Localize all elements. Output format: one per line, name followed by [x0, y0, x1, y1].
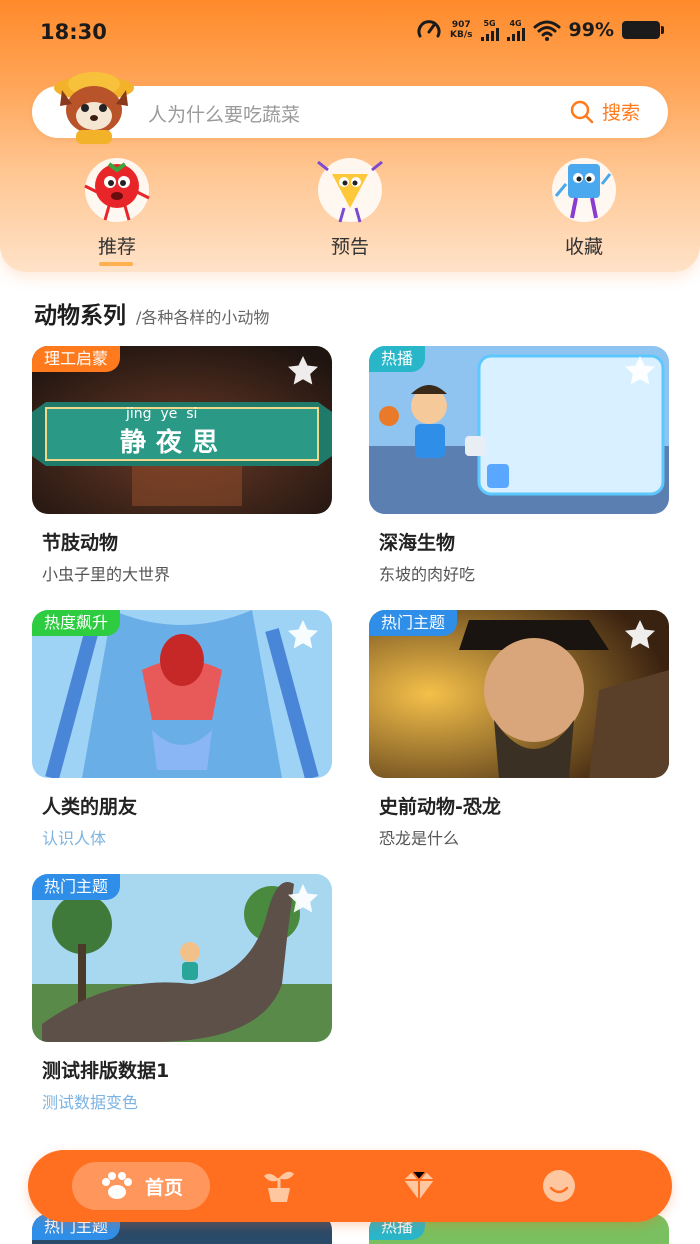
banner-pinyin: jing ye si [126, 406, 198, 422]
sprout-icon[interactable] [260, 1168, 298, 1204]
card-thumbnail: 热播 [369, 346, 669, 514]
status-time: 18:30 [40, 20, 107, 44]
card-subtitle: 东坡的肉好吃 [379, 565, 476, 584]
signal-5g-label: 5G [483, 19, 496, 28]
nav-home-button[interactable]: 首页 [72, 1162, 210, 1210]
category-preview[interactable]: 预告 [290, 152, 410, 259]
favorite-star-icon[interactable] [286, 882, 320, 914]
box-mascot-icon [552, 158, 616, 222]
net-speed-value: 907 [451, 20, 471, 30]
category-favorites-label: 收藏 [564, 236, 603, 258]
card-title: 史前动物-恐龙 [379, 796, 501, 818]
bottom-navigation: 首页 [28, 1150, 672, 1222]
section-subtitle: /各种各样的小动物 [136, 308, 270, 327]
content-card[interactable]: jing ye si 静夜思 理工启蒙 节肢动物 小虫子里的大世界 [32, 346, 332, 585]
diamond-icon[interactable] [400, 1168, 438, 1204]
section-title: 动物系列 [34, 303, 126, 329]
category-recommend[interactable]: 推荐 [57, 152, 177, 259]
content-card[interactable]: 热播 深海生物 东坡的肉好吃 [369, 346, 669, 585]
favorite-star-icon[interactable] [286, 618, 320, 650]
battery-icon [622, 21, 664, 39]
card-thumbnail: jing ye si 静夜思 理工启蒙 [32, 346, 332, 514]
card-thumbnail: 热门主题 [32, 874, 332, 1042]
section-header: 动物系列 /各种各样的小动物 [34, 296, 269, 330]
search-icon [570, 100, 594, 123]
card-badge: 热门主题 [369, 610, 458, 636]
banner-text: 静夜思 [120, 428, 229, 458]
battery-percent: 99% [568, 19, 614, 41]
card-subtitle: 恐龙是什么 [379, 829, 460, 848]
content-card[interactable]: 热门主题 测试排版数据1 测试数据变色 [32, 874, 332, 1113]
card-badge: 热播 [369, 346, 426, 372]
signal-bars-icon [506, 28, 525, 41]
net-speed-unit: KB/s [450, 30, 473, 40]
card-title: 人类的朋友 [42, 796, 138, 818]
category-favorites[interactable]: 收藏 [524, 152, 644, 259]
favorite-star-icon[interactable] [623, 354, 657, 386]
favorite-star-icon[interactable] [623, 618, 657, 650]
signal-4g-label: 4G [509, 19, 522, 28]
nav-home-label: 首页 [144, 1176, 183, 1199]
smile-icon[interactable] [540, 1168, 578, 1204]
card-title: 节肢动物 [42, 532, 119, 554]
category-recommend-label: 推荐 [97, 236, 136, 258]
content-card[interactable]: 热门主题 史前动物-恐龙 恐龙是什么 [369, 610, 669, 849]
red-panda-mascot-icon [54, 72, 134, 144]
wifi-icon [533, 20, 561, 41]
tomato-mascot-icon [84, 158, 150, 222]
card-thumbnail: 热度飙升 [32, 610, 332, 778]
card-badge: 热门主题 [32, 874, 121, 900]
search-input[interactable]: 人为什么要吃蔬菜 [148, 100, 300, 127]
paw-icon [101, 1172, 132, 1199]
card-subtitle: 测试数据变色 [42, 1093, 139, 1112]
signal-bars-icon [480, 28, 499, 41]
signal-4g: 4G [506, 19, 525, 41]
content-card[interactable]: 热度飙升 人类的朋友 认识人体 [32, 610, 332, 849]
card-title: 深海生物 [379, 532, 456, 554]
header-background: 18:30 907 KB/s 5G 4G 99% 人为什么要吃蔬菜 搜索 推荐 … [0, 0, 700, 272]
search-button-label: 搜索 [601, 102, 640, 124]
card-thumbnail: 热门主题 [369, 610, 669, 778]
search-button[interactable]: 搜索 [570, 98, 640, 125]
megaphone-mascot-icon [317, 158, 383, 223]
card-subtitle: 认识人体 [42, 829, 107, 848]
card-subtitle: 小虫子里的大世界 [42, 565, 171, 584]
status-bar: 18:30 907 KB/s 5G 4G 99% [0, 0, 700, 66]
card-badge: 理工启蒙 [32, 346, 121, 372]
signal-5g: 5G [480, 19, 499, 41]
card-title: 测试排版数据1 [42, 1060, 170, 1082]
active-tab-indicator [99, 262, 133, 266]
category-preview-label: 预告 [330, 236, 369, 258]
status-icons: 907 KB/s 5G 4G 99% [416, 18, 664, 42]
data-saver-icon [417, 20, 441, 38]
net-speed: 907 KB/s [450, 20, 472, 40]
card-badge: 热度飙升 [32, 610, 121, 636]
favorite-star-icon[interactable] [286, 354, 320, 386]
